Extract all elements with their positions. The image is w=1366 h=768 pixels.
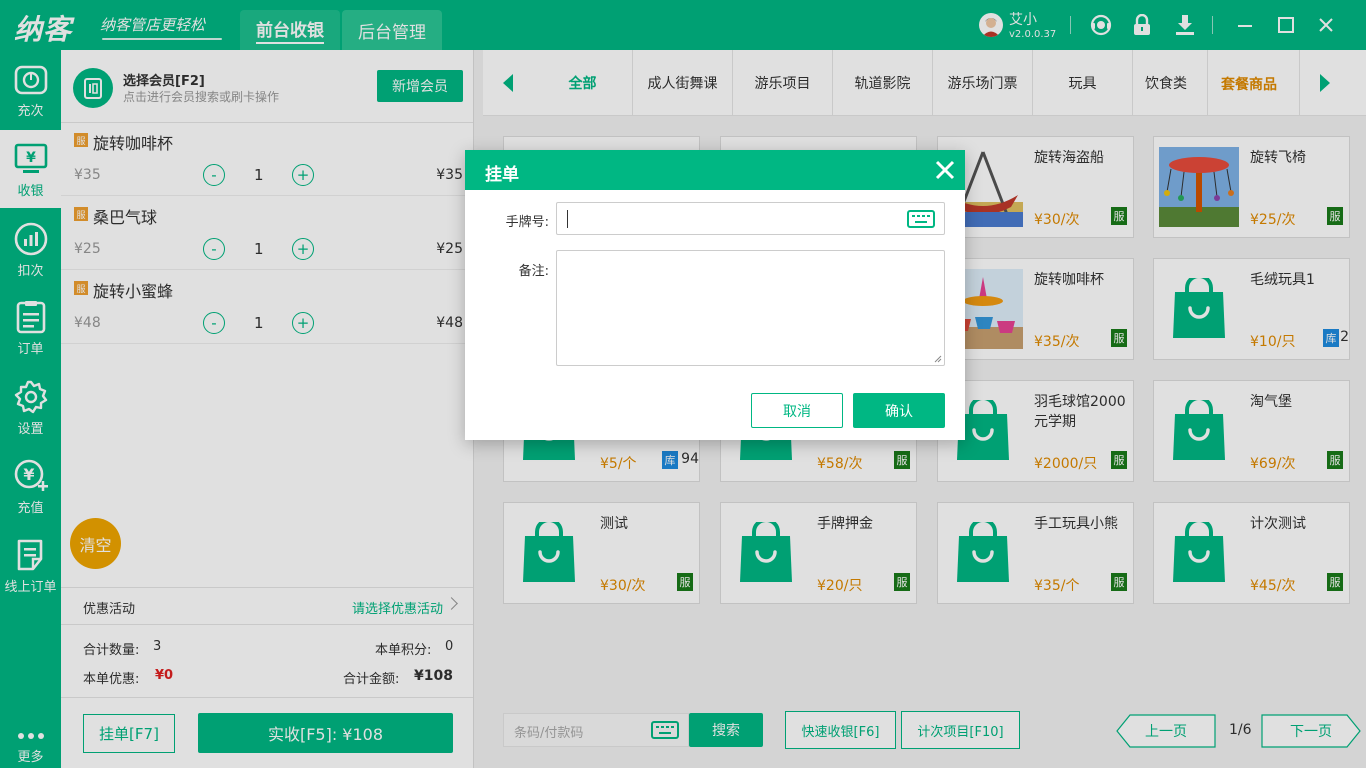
cancel-button[interactable]: 取消 [751, 393, 843, 428]
hold-order-dialog: 挂单 手牌号: 备注: 取消 确认 [465, 150, 965, 440]
close-icon[interactable] [933, 158, 957, 182]
keyboard-icon[interactable] [907, 210, 935, 228]
confirm-button[interactable]: 确认 [853, 393, 945, 428]
tag-number-label: 手牌号: [505, 215, 549, 230]
remark-textarea[interactable] [556, 250, 945, 366]
dialog-header: 挂单 [465, 150, 965, 190]
dialog-title: 挂单 [485, 165, 519, 185]
remark-label: 备注: [518, 264, 549, 279]
text-caret [567, 210, 568, 228]
resize-grip-icon[interactable] [934, 355, 942, 363]
tag-number-input[interactable] [556, 202, 945, 235]
